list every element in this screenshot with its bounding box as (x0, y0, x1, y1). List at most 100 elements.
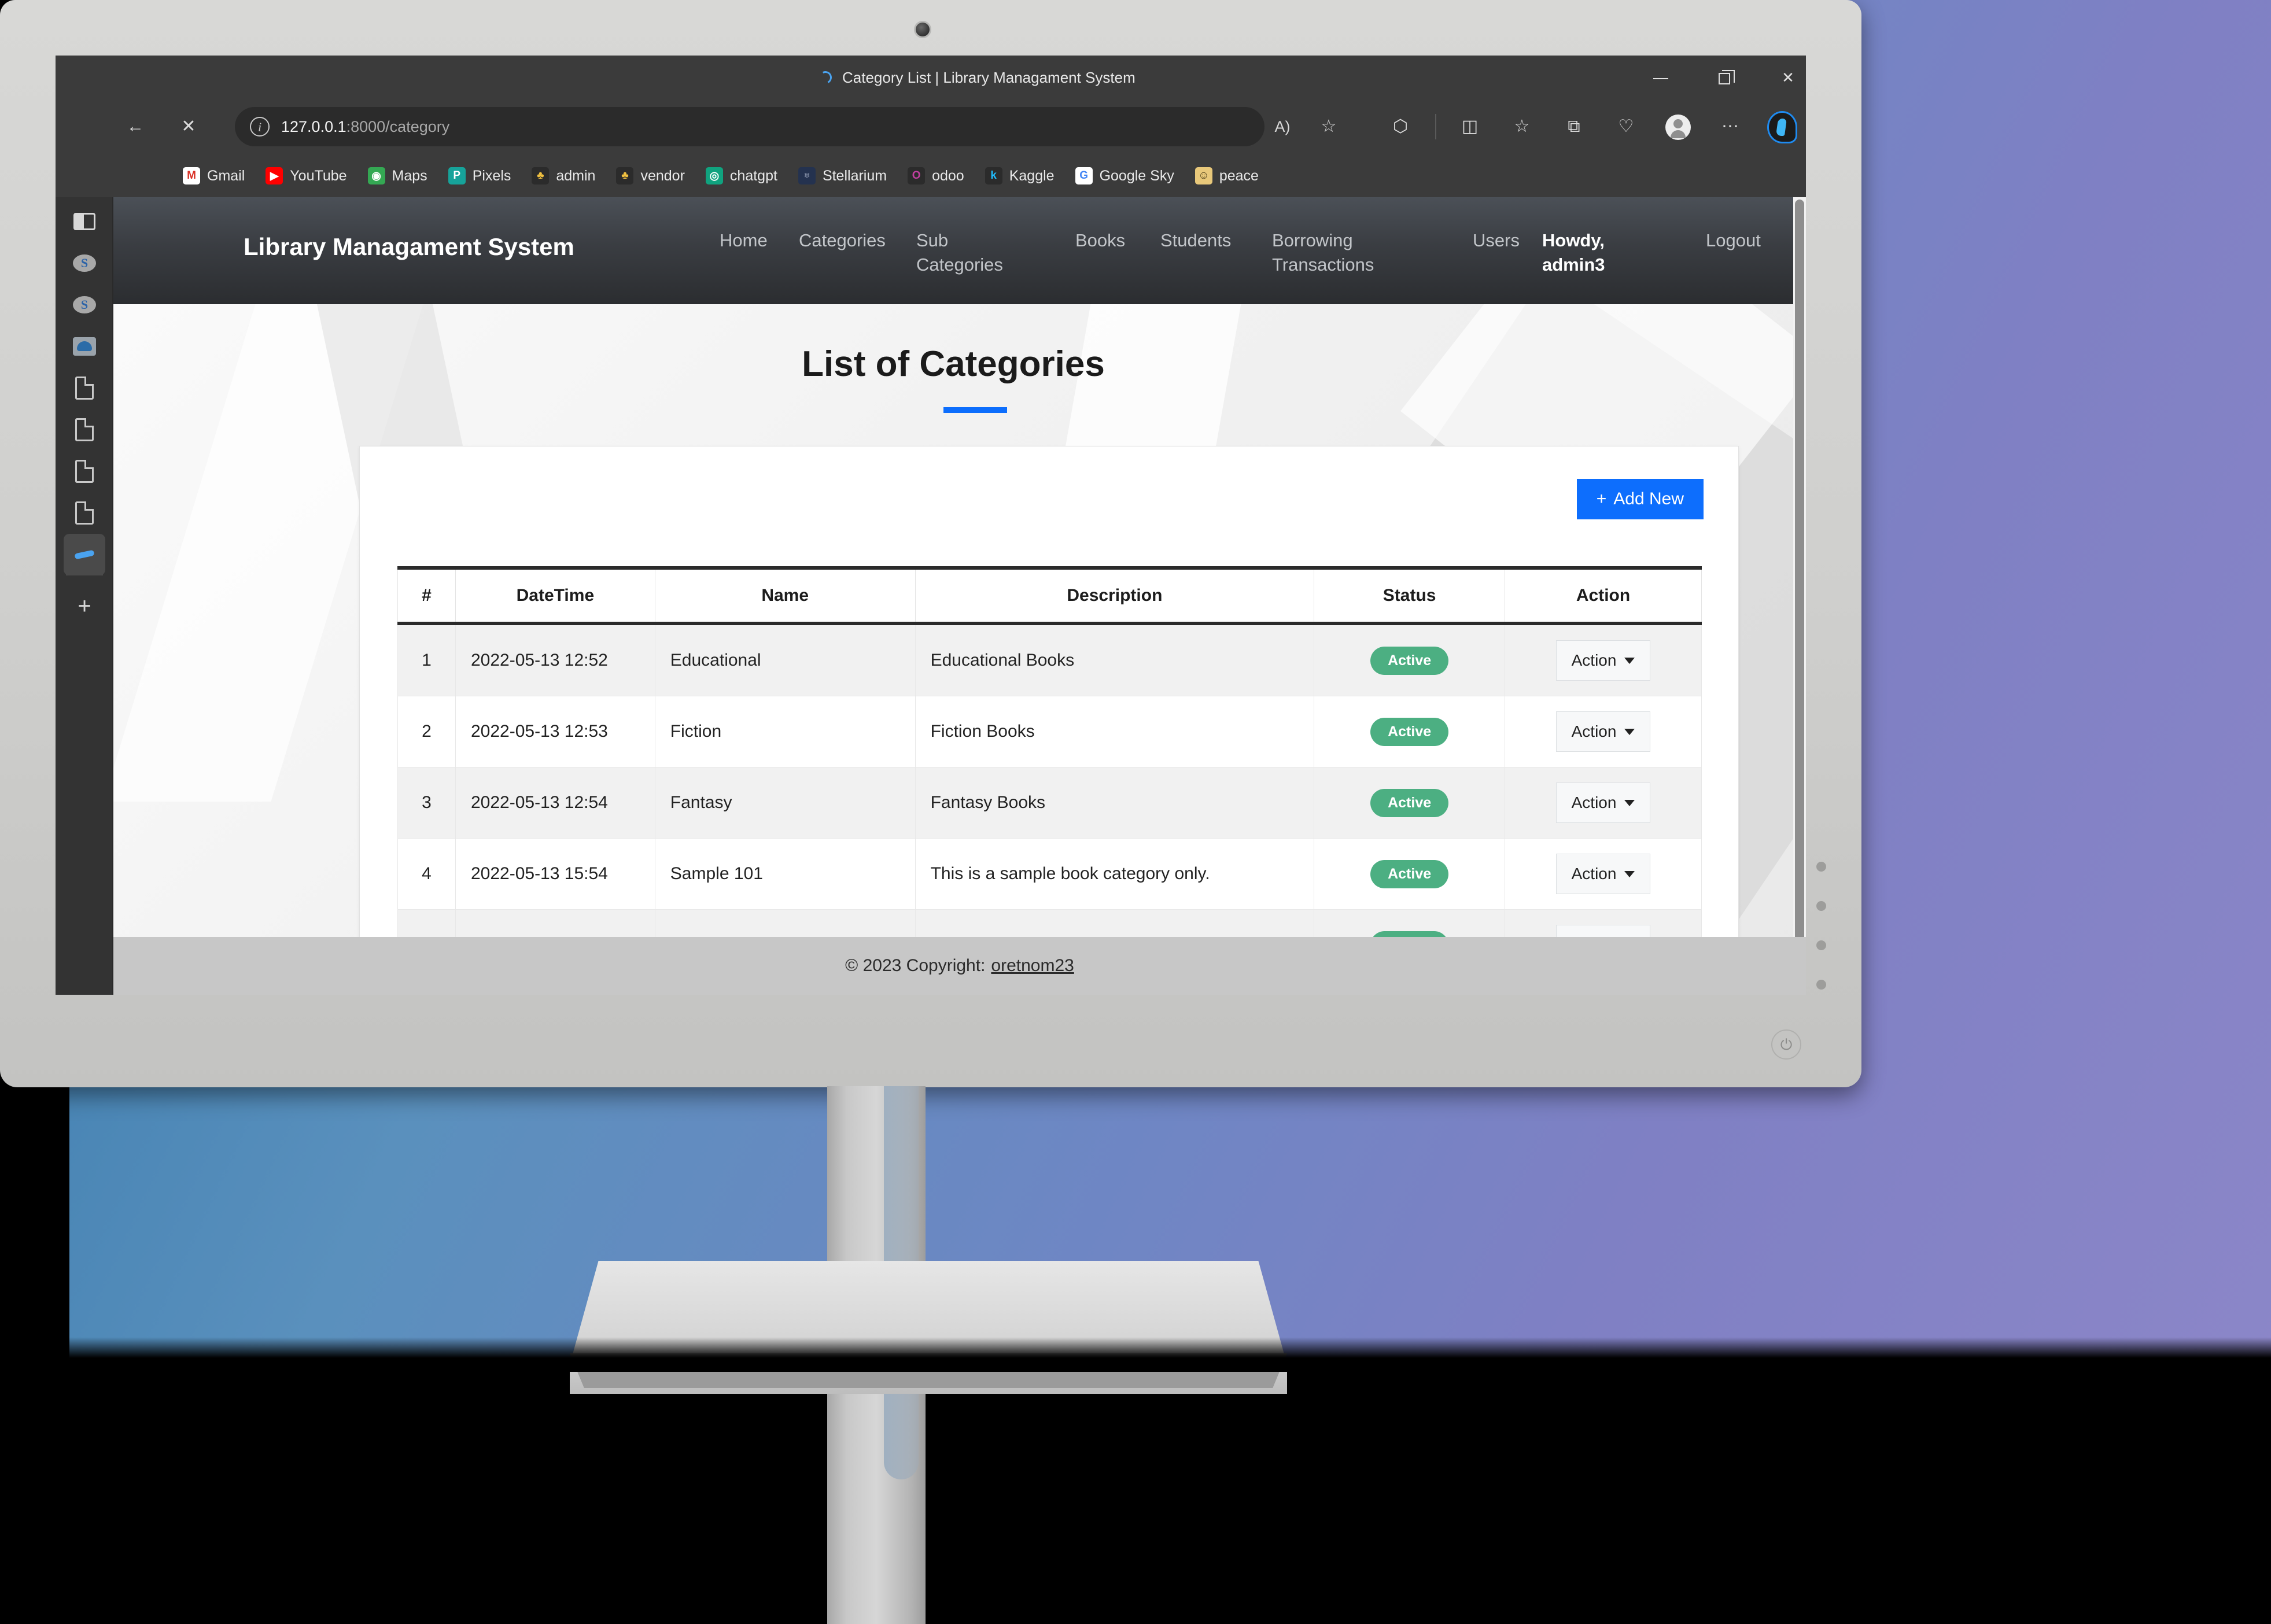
collections-icon[interactable]: ⧉ (1557, 109, 1591, 144)
page-title: List of Categories (113, 344, 1793, 385)
status-badge: Active (1370, 789, 1448, 817)
title-underline (943, 407, 1007, 413)
extensions-icon[interactable]: ⬡ (1383, 109, 1418, 144)
nav-item-users[interactable]: Users (1473, 228, 1542, 253)
row-action-dropdown-button[interactable]: Action (1556, 711, 1651, 752)
bookmark-admin[interactable]: ♣admin (532, 167, 595, 184)
cell-status: Active (1314, 767, 1505, 839)
split-screen-icon[interactable]: ◫ (1452, 109, 1487, 144)
row-action-dropdown-button[interactable]: Action (1556, 640, 1651, 681)
bookmark-chatgpt[interactable]: ◎ chatgpt (706, 167, 777, 184)
new-tab-button[interactable]: + (64, 586, 105, 628)
nav-item-logout[interactable]: Logout (1706, 228, 1798, 253)
chevron-down-icon (1624, 729, 1635, 735)
row-action-dropdown-button[interactable]: Action (1556, 783, 1651, 823)
stop-loading-icon[interactable]: ✕ (171, 109, 206, 144)
browser-essentials-icon[interactable]: ♡ (1609, 109, 1643, 144)
row-action-label: Action (1572, 722, 1617, 741)
bookmark-stellarium[interactable]: ♅Stellarium (798, 167, 887, 184)
nav-item-howdy-user[interactable]: Howdy, admin3 (1542, 228, 1664, 277)
bookmark-favicon-icon: ◎ (706, 167, 723, 184)
url-text: 127.0.0.1:8000/category (281, 118, 449, 136)
nav-item-borrowing-transactions[interactable]: Borrowing Transactions (1272, 228, 1417, 277)
cell-description: This is a sample book category only. (915, 839, 1314, 910)
browser-toolbar: ← ✕ i 127.0.0.1:8000/category A) ☆ ⬡ ◫ ☆… (56, 99, 1806, 154)
cell-status: Active (1314, 839, 1505, 910)
cell-description: Fantasy Books (915, 767, 1314, 839)
nav-item-home[interactable]: Home (720, 228, 801, 253)
footer-author-link[interactable]: oretnom23 (991, 956, 1074, 976)
page-icon (73, 501, 96, 525)
copilot-bing-icon[interactable] (1765, 109, 1800, 144)
cell-action: Action (1505, 696, 1702, 767)
restore-button[interactable] (1693, 61, 1756, 94)
vertical-tab-strip: + SS (56, 197, 113, 995)
vertical-tab-page[interactable] (64, 409, 105, 451)
wallpaper-bottom-edge (0, 1337, 2271, 1372)
browser-tab[interactable]: Category List | Library Managament Syste… (819, 66, 1136, 89)
more-options-icon[interactable]: ⋯ (1713, 109, 1748, 144)
bookmarks-bar: MGmail ▶YouTube ◉Maps PPixels ♣admin ♣vendor ◎… (56, 154, 1806, 197)
favorites-list-icon[interactable]: ☆ (1505, 109, 1539, 144)
cell-datetime: 2022-05-13 12:53 (455, 696, 655, 767)
chevron-down-icon (1624, 800, 1635, 806)
table-head: # DateTime Name Description Status Actio… (398, 568, 1702, 623)
cell-datetime: 2022-05-13 12:54 (455, 767, 655, 839)
site-brand[interactable]: Library Managament System (244, 233, 574, 261)
monitor-osd-button[interactable] (1816, 940, 1826, 950)
vertical-tab-page[interactable] (64, 367, 105, 409)
vertical-tab-S[interactable]: S (64, 242, 105, 284)
tab-title: Category List | Library Managament Syste… (842, 69, 1136, 87)
bookmark-odoo[interactable]: Oodoo (908, 167, 964, 184)
monitor-power-button[interactable]: ⏻ (1771, 1029, 1801, 1060)
bookmark-pixels[interactable]: PPixels (448, 167, 511, 184)
chevron-down-icon (1624, 658, 1635, 664)
bookmark-label: Maps (392, 168, 427, 184)
close-button[interactable]: ✕ (1756, 61, 1806, 94)
add-favorite-star-icon[interactable]: ☆ (1314, 112, 1344, 142)
vertical-tab-blue-site[interactable] (64, 326, 105, 367)
back-arrow-icon[interactable]: ← (118, 109, 153, 144)
page-icon (73, 418, 96, 441)
bookmark-favicon-icon: ▶ (266, 167, 283, 184)
nav-item-categories[interactable]: Categories (799, 228, 915, 253)
nav-item-students[interactable]: Students (1160, 228, 1264, 253)
site-info-icon[interactable]: i (250, 117, 270, 136)
vertical-tab-page[interactable] (64, 451, 105, 492)
bookmark-label: chatgpt (730, 168, 777, 184)
read-aloud-icon[interactable]: A) (1267, 112, 1297, 142)
page-scrollbar-track[interactable] (1793, 197, 1806, 995)
col-header-status: Status (1314, 568, 1505, 623)
vertical-tab-tab-panel-toggle[interactable] (64, 201, 105, 242)
bookmark-youtube[interactable]: ▶YouTube (266, 167, 346, 184)
address-bar[interactable]: i 127.0.0.1:8000/category (235, 107, 1264, 146)
table-header-row: # DateTime Name Description Status Actio… (398, 568, 1702, 623)
bookmark-label: Pixels (473, 168, 511, 184)
nav-item-books[interactable]: Books (1075, 228, 1151, 253)
page-icon (73, 377, 96, 400)
status-badge: Active (1370, 647, 1448, 675)
url-path: :8000/category (346, 118, 450, 135)
bookmark-peace[interactable]: ☺peace (1195, 167, 1259, 184)
add-new-button[interactable]: + Add New (1577, 479, 1704, 519)
page-scrollbar-thumb[interactable] (1795, 200, 1804, 957)
bookmark-maps[interactable]: ◉Maps (368, 167, 427, 184)
row-action-dropdown-button[interactable]: Action (1556, 854, 1651, 894)
vertical-tab-page[interactable] (64, 492, 105, 534)
vertical-tab-current-page[interactable] (64, 534, 105, 575)
bookmark-kaggle[interactable]: kKaggle (985, 167, 1055, 184)
bookmark-gmail[interactable]: MGmail (183, 167, 245, 184)
edge-browser-window: Category List | Library Managament Syste… (56, 56, 1806, 995)
site-favicon-icon (73, 335, 96, 358)
nav-item-sub-categories[interactable]: Sub Categories (916, 228, 1015, 277)
bookmark-vendor[interactable]: ♣vendor (616, 167, 684, 184)
bookmark-google-sky[interactable]: GGoogle Sky (1075, 167, 1174, 184)
monitor-osd-button[interactable] (1816, 862, 1826, 872)
profile-avatar[interactable] (1661, 109, 1695, 144)
bookmark-favicon-icon: k (985, 167, 1002, 184)
monitor-osd-button[interactable] (1816, 901, 1826, 911)
minimize-button[interactable] (1629, 61, 1693, 94)
monitor-osd-button[interactable] (1816, 980, 1826, 990)
site-navbar: Library Managament System Home Categorie… (113, 197, 1793, 304)
vertical-tab-S[interactable]: S (64, 284, 105, 326)
